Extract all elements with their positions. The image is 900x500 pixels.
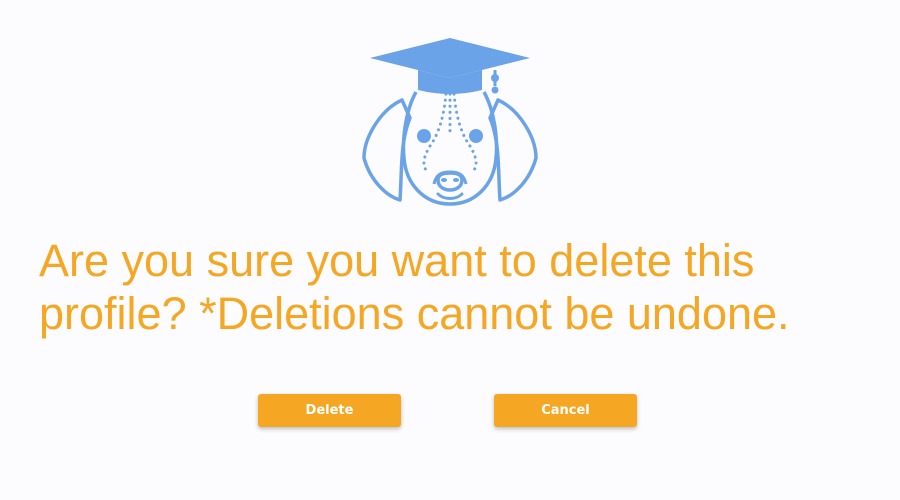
delete-confirmation-message: Are you sure you want to delete this pro… xyxy=(39,235,790,339)
delete-button[interactable]: Delete xyxy=(258,394,401,427)
cancel-button[interactable]: Cancel xyxy=(494,394,637,427)
dog-graduate-logo-icon xyxy=(360,34,540,210)
